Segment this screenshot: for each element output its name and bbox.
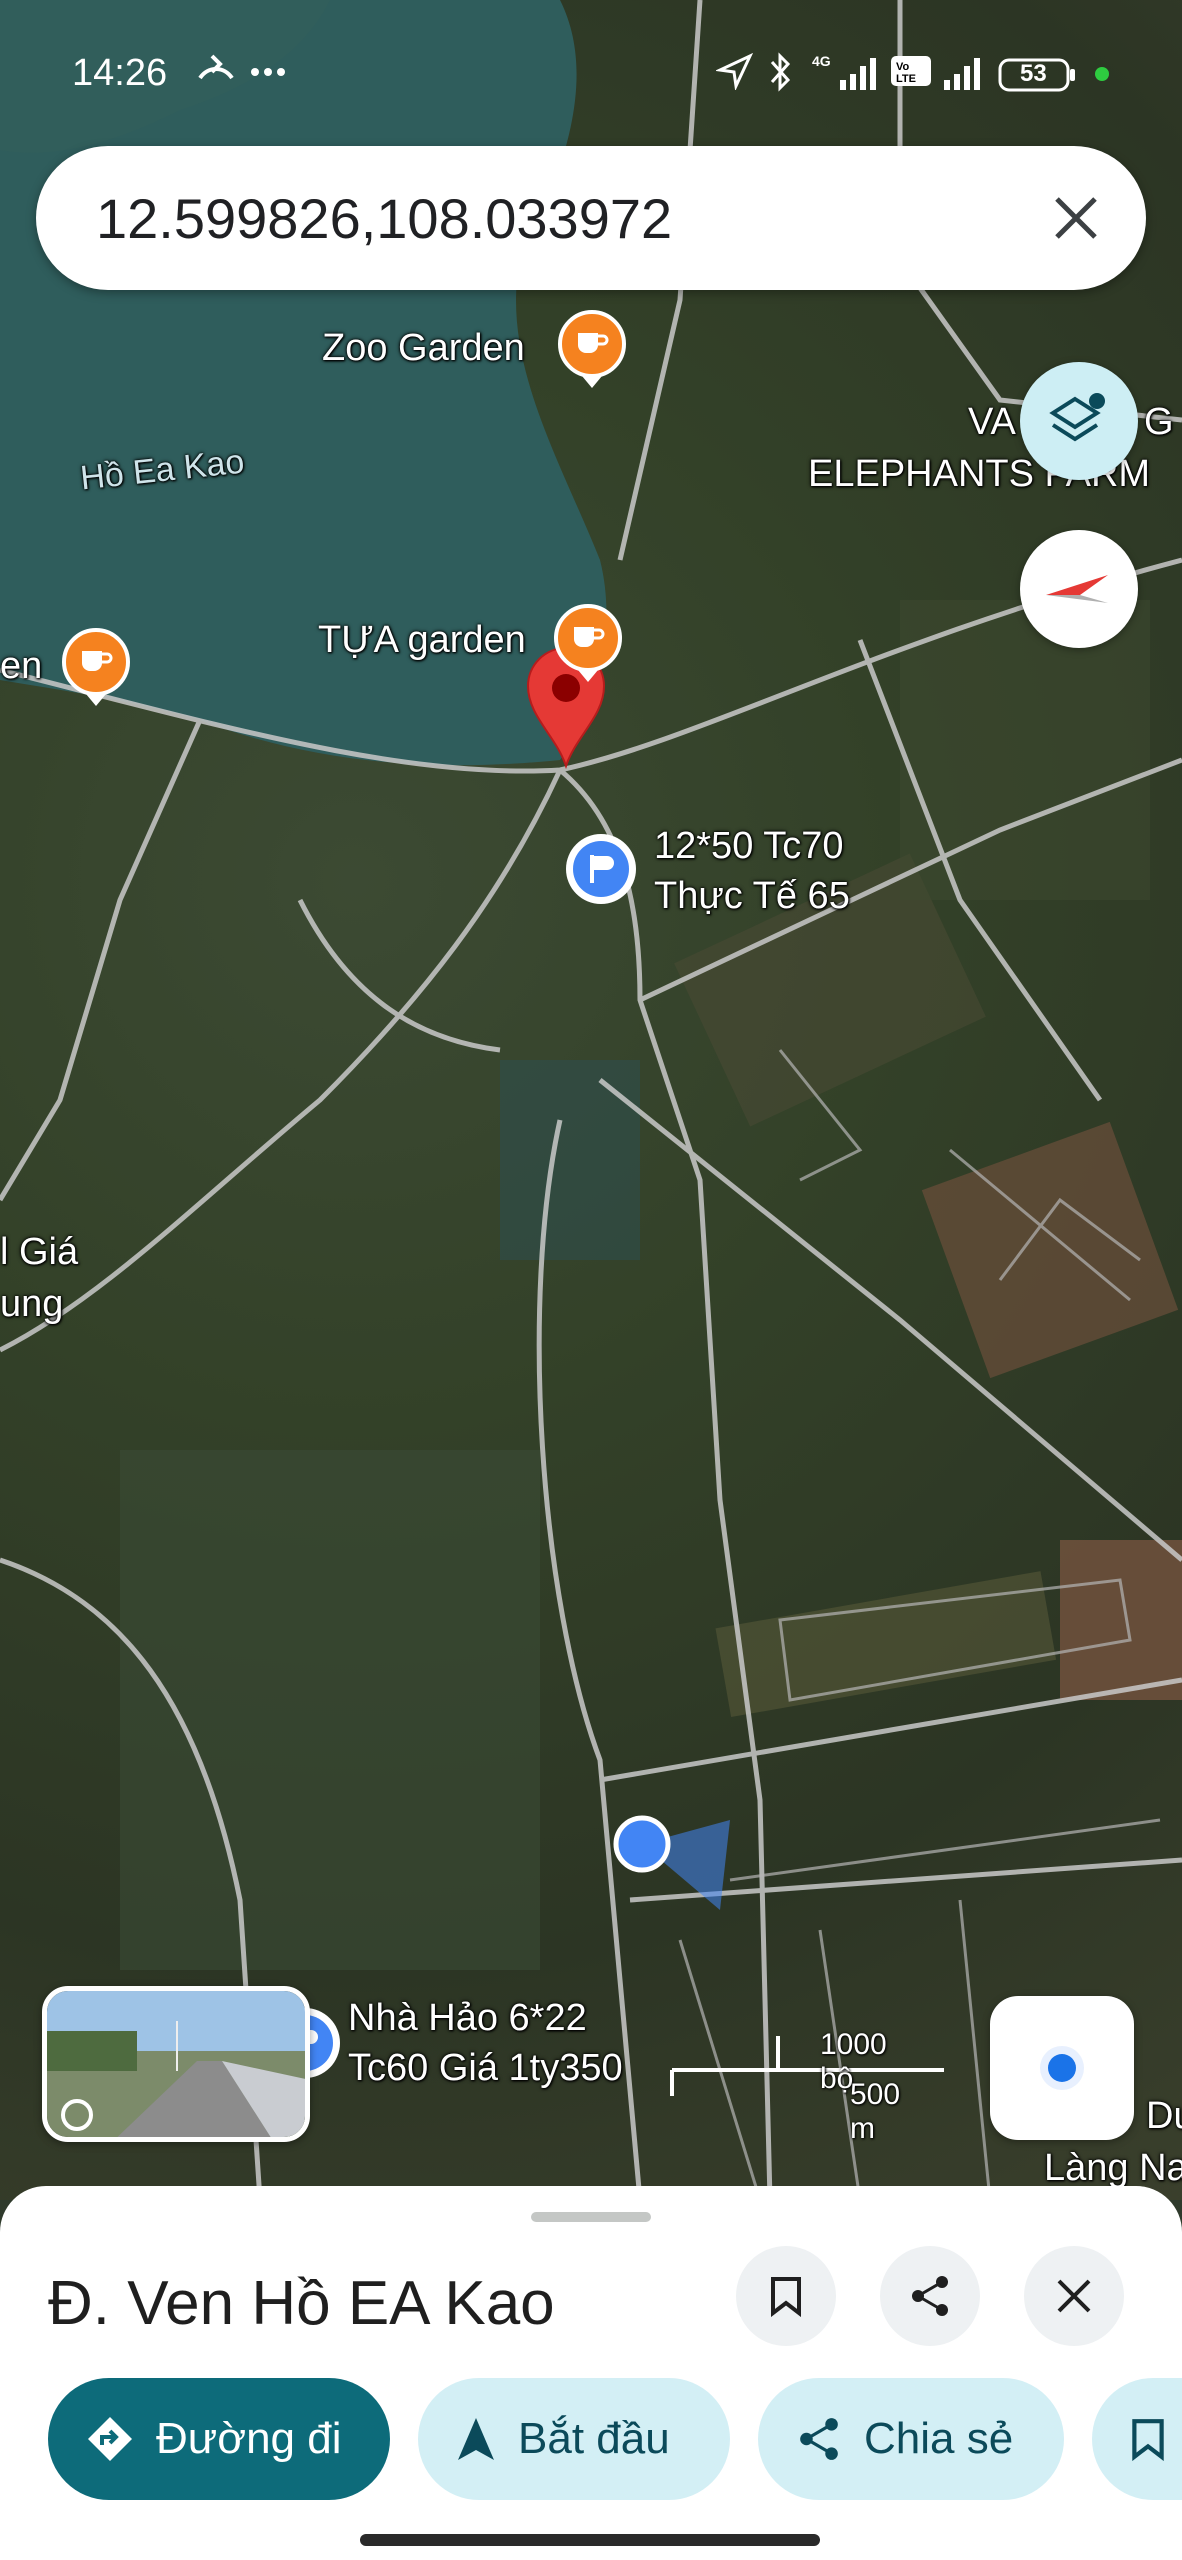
bluetooth-icon [768,52,794,97]
edge-cafe-icon[interactable] [62,628,130,696]
svg-text:Vo: Vo [896,61,910,73]
label-pin-note-1[interactable]: 12*50 Tc70 [654,824,843,869]
place-title: Đ. Ven Hồ EA Kao [48,2269,555,2338]
start-button[interactable]: Bắt đầu [418,2378,730,2500]
label-tua-garden[interactable]: TỰA garden [318,618,526,663]
close-icon [1057,2279,1091,2313]
share-icon [912,2276,948,2316]
label-zoo-garden[interactable]: Zoo Garden [322,326,525,371]
label-nha-hao-2[interactable]: Tc60 Giá 1ty350 [348,2046,623,2091]
signal-icon [940,52,990,97]
battery-icon: 53 [998,58,1078,97]
search-bar[interactable] [36,146,1146,290]
directions-icon [88,2417,132,2461]
place-bottom-sheet[interactable]: Đ. Ven Hồ EA Kao Đường đi Bắt đầu Chia s… [0,2186,1182,2560]
action-chips: Đường đi Bắt đầu Chia sẻ [48,2378,1182,2500]
privacy-dot-icon [1094,66,1110,87]
current-location-dot [613,1815,671,1873]
sheet-drag-handle[interactable] [531,2212,651,2222]
share-icon [800,2418,838,2460]
bookmark-icon [771,2277,801,2317]
label-nha-hao-1[interactable]: Nhà Hảo 6*22 [348,1996,587,2041]
label-edge-lang: Làng Na [1044,2147,1182,2189]
label-edge-ung: ung [0,1283,64,1325]
call-forward-icon [194,52,238,93]
directions-label: Đường đi [156,2414,342,2463]
label-elephants-farm-1b[interactable]: G [1144,400,1174,445]
signal-4g-icon: 4G [812,52,884,97]
layers-icon [1049,393,1105,442]
battery-level: 53 [1020,60,1047,87]
svg-text:LTE: LTE [896,73,916,85]
tua-garden-cafe-icon[interactable] [554,604,622,672]
save-place-button[interactable] [736,2246,836,2346]
volte-icon: Vo LTE [890,52,932,95]
close-icon[interactable] [1036,178,1116,258]
label-pin-note-2[interactable]: Thực Tế 65 [654,874,850,919]
save-chip-button[interactable] [1092,2378,1182,2500]
status-time: 14:26 [72,52,168,94]
status-bar: 14:26 4G Vo LTE 53 [0,0,1182,150]
layers-button[interactable] [1020,362,1138,480]
compass-icon [1046,575,1108,603]
bookmark-icon [1132,2419,1164,2461]
start-label: Bắt đầu [518,2414,670,2463]
my-location-icon [1040,2046,1084,2090]
scale-metric: 500 m [850,2078,901,2145]
svg-text:4G: 4G [812,53,831,69]
gesture-navigation-bar[interactable] [360,2534,820,2546]
label-elephants-farm-1[interactable]: VA [968,400,1016,445]
saved-place-flag-icon[interactable] [566,834,636,904]
my-location-button[interactable] [990,1996,1134,2140]
map-view[interactable]: Zoo Garden Hồ Ea Kao VA G ELEPHANTS FARM… [0,0,1182,2200]
search-input[interactable] [96,146,996,290]
label-edge-gia: l Giá [0,1231,79,1273]
share-label: Chia sẻ [864,2414,1014,2463]
label-edge-en[interactable]: en [0,644,42,689]
more-dots-icon [250,64,286,82]
navigation-arrow-icon [458,2418,494,2460]
compass-button[interactable] [1020,530,1138,648]
close-sheet-button[interactable] [1024,2246,1124,2346]
location-arrow-icon [714,52,754,95]
zoo-garden-cafe-icon[interactable] [558,310,626,378]
label-edge-du: Dư [1146,2095,1182,2137]
share-button[interactable]: Chia sẻ [758,2378,1064,2500]
street-view-thumbnail[interactable] [42,1986,310,2142]
share-place-button[interactable] [880,2246,980,2346]
directions-button[interactable]: Đường đi [48,2378,390,2500]
